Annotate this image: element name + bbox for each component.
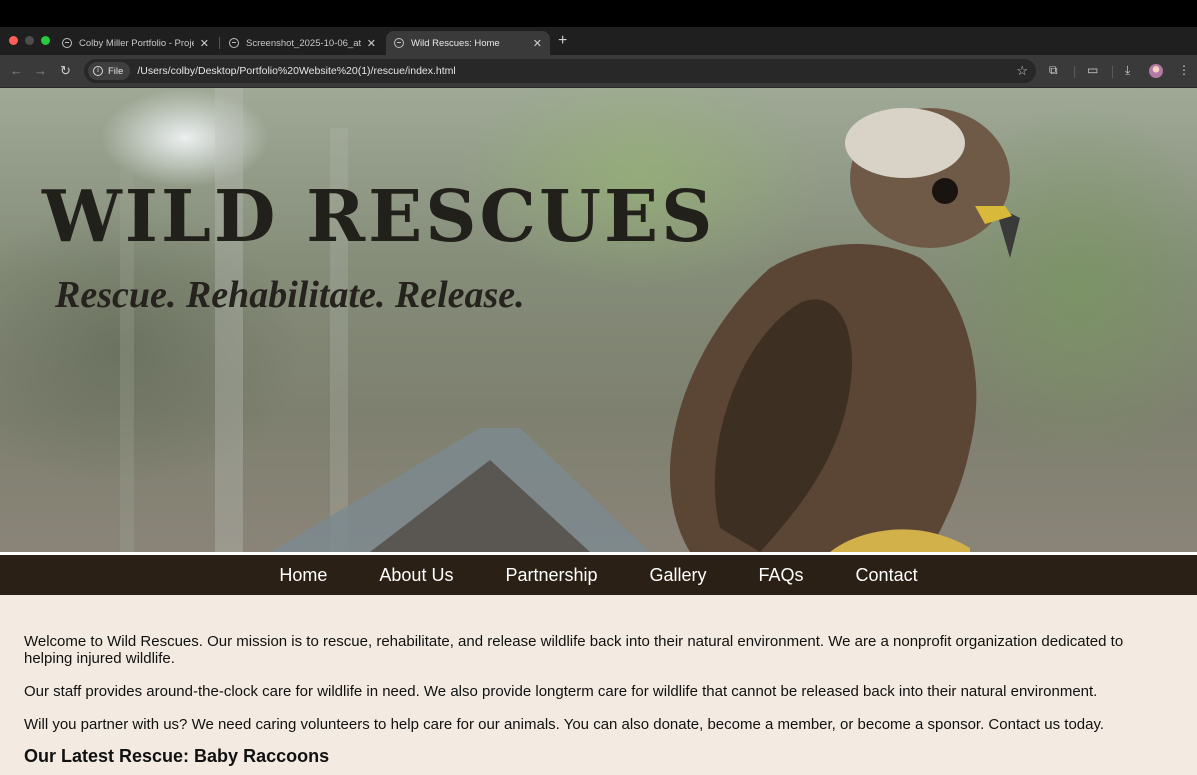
cast-icon[interactable]: ▭ — [1087, 63, 1098, 77]
browser-tab-active[interactable]: Wild Rescues: Home ✕ — [386, 31, 550, 55]
nav-partnership[interactable]: Partnership — [479, 556, 623, 594]
close-tab-icon[interactable]: ✕ — [200, 37, 209, 50]
globe-icon — [62, 38, 72, 48]
browser-tab[interactable]: Screenshot_2025-10-06_at_ ✕ — [221, 31, 384, 55]
close-tab-icon[interactable]: ✕ — [533, 37, 542, 50]
tab-title: Colby Miller Portfolio - Projec — [79, 37, 194, 49]
web-page: WILD RESCUES Rescue. Rehabilitate. Relea… — [0, 88, 1197, 775]
nav-gallery[interactable]: Gallery — [624, 556, 733, 594]
toolbar-divider — [1112, 66, 1113, 78]
browser-tab-strip: Colby Miller Portfolio - Projec ✕ Screen… — [0, 27, 1197, 55]
site-nav: Home About Us Partnership Gallery FAQs C… — [0, 552, 1197, 595]
nav-about-us[interactable]: About Us — [353, 556, 479, 594]
reload-icon[interactable]: ↻ — [60, 63, 71, 79]
site-tagline: Rescue. Rehabilitate. Release. — [55, 274, 525, 316]
care-paragraph: Our staff provides around-the-clock care… — [24, 683, 1098, 700]
browser-toolbar: ← → ↻ i File /Users/colby/Desktop/Portfo… — [0, 55, 1197, 88]
nav-contact[interactable]: Contact — [830, 556, 944, 594]
hero-banner: WILD RESCUES Rescue. Rehabilitate. Relea… — [0, 88, 1197, 552]
arrow-right-icon[interactable]: → — [34, 63, 47, 78]
star-icon[interactable]: ☆ — [1016, 63, 1028, 79]
minimize-window-button[interactable] — [25, 36, 34, 45]
site-title: WILD RESCUES — [42, 174, 716, 258]
close-tab-icon[interactable]: ✕ — [367, 37, 376, 50]
close-window-button[interactable] — [9, 36, 18, 45]
url-text[interactable]: /Users/colby/Desktop/Portfolio%20Website… — [137, 65, 455, 77]
new-tab-button[interactable]: + — [558, 32, 567, 50]
puzzle-icon[interactable]: ⧉ — [1049, 63, 1058, 78]
main-content: Welcome to Wild Rescues. Our mission is … — [0, 595, 1197, 765]
nav-faqs[interactable]: FAQs — [733, 556, 830, 594]
arrow-left-icon[interactable]: ← — [10, 63, 23, 78]
hawk-photo — [120, 88, 1020, 552]
address-bar[interactable]: i File /Users/colby/Desktop/Portfolio%20… — [84, 59, 1036, 83]
tab-divider — [219, 37, 220, 49]
latest-rescue-heading: Our Latest Rescue: Baby Raccoons — [24, 746, 330, 766]
profile-avatar[interactable] — [1149, 64, 1163, 78]
download-icon[interactable]: ⤓ — [1125, 63, 1130, 78]
tab-title: Screenshot_2025-10-06_at_ — [246, 37, 361, 49]
kebab-menu-icon[interactable]: ⋮ — [1178, 63, 1190, 77]
globe-icon — [394, 38, 404, 48]
window-controls — [9, 36, 50, 45]
globe-icon — [229, 38, 239, 48]
tab-title: Wild Rescues: Home — [411, 37, 500, 49]
os-menu-bar — [0, 0, 1197, 27]
site-info-chip[interactable]: i File — [88, 62, 131, 80]
intro-paragraph: Welcome to Wild Rescues. Our mission is … — [24, 633, 1124, 667]
info-icon: i — [93, 66, 103, 76]
browser-tab[interactable]: Colby Miller Portfolio - Projec ✕ — [54, 31, 217, 55]
maximize-window-button[interactable] — [41, 36, 50, 45]
toolbar-divider — [1074, 66, 1075, 78]
partner-paragraph: Will you partner with us? We need caring… — [24, 716, 1105, 733]
scheme-label: File — [108, 65, 124, 77]
nav-home[interactable]: Home — [253, 556, 353, 594]
